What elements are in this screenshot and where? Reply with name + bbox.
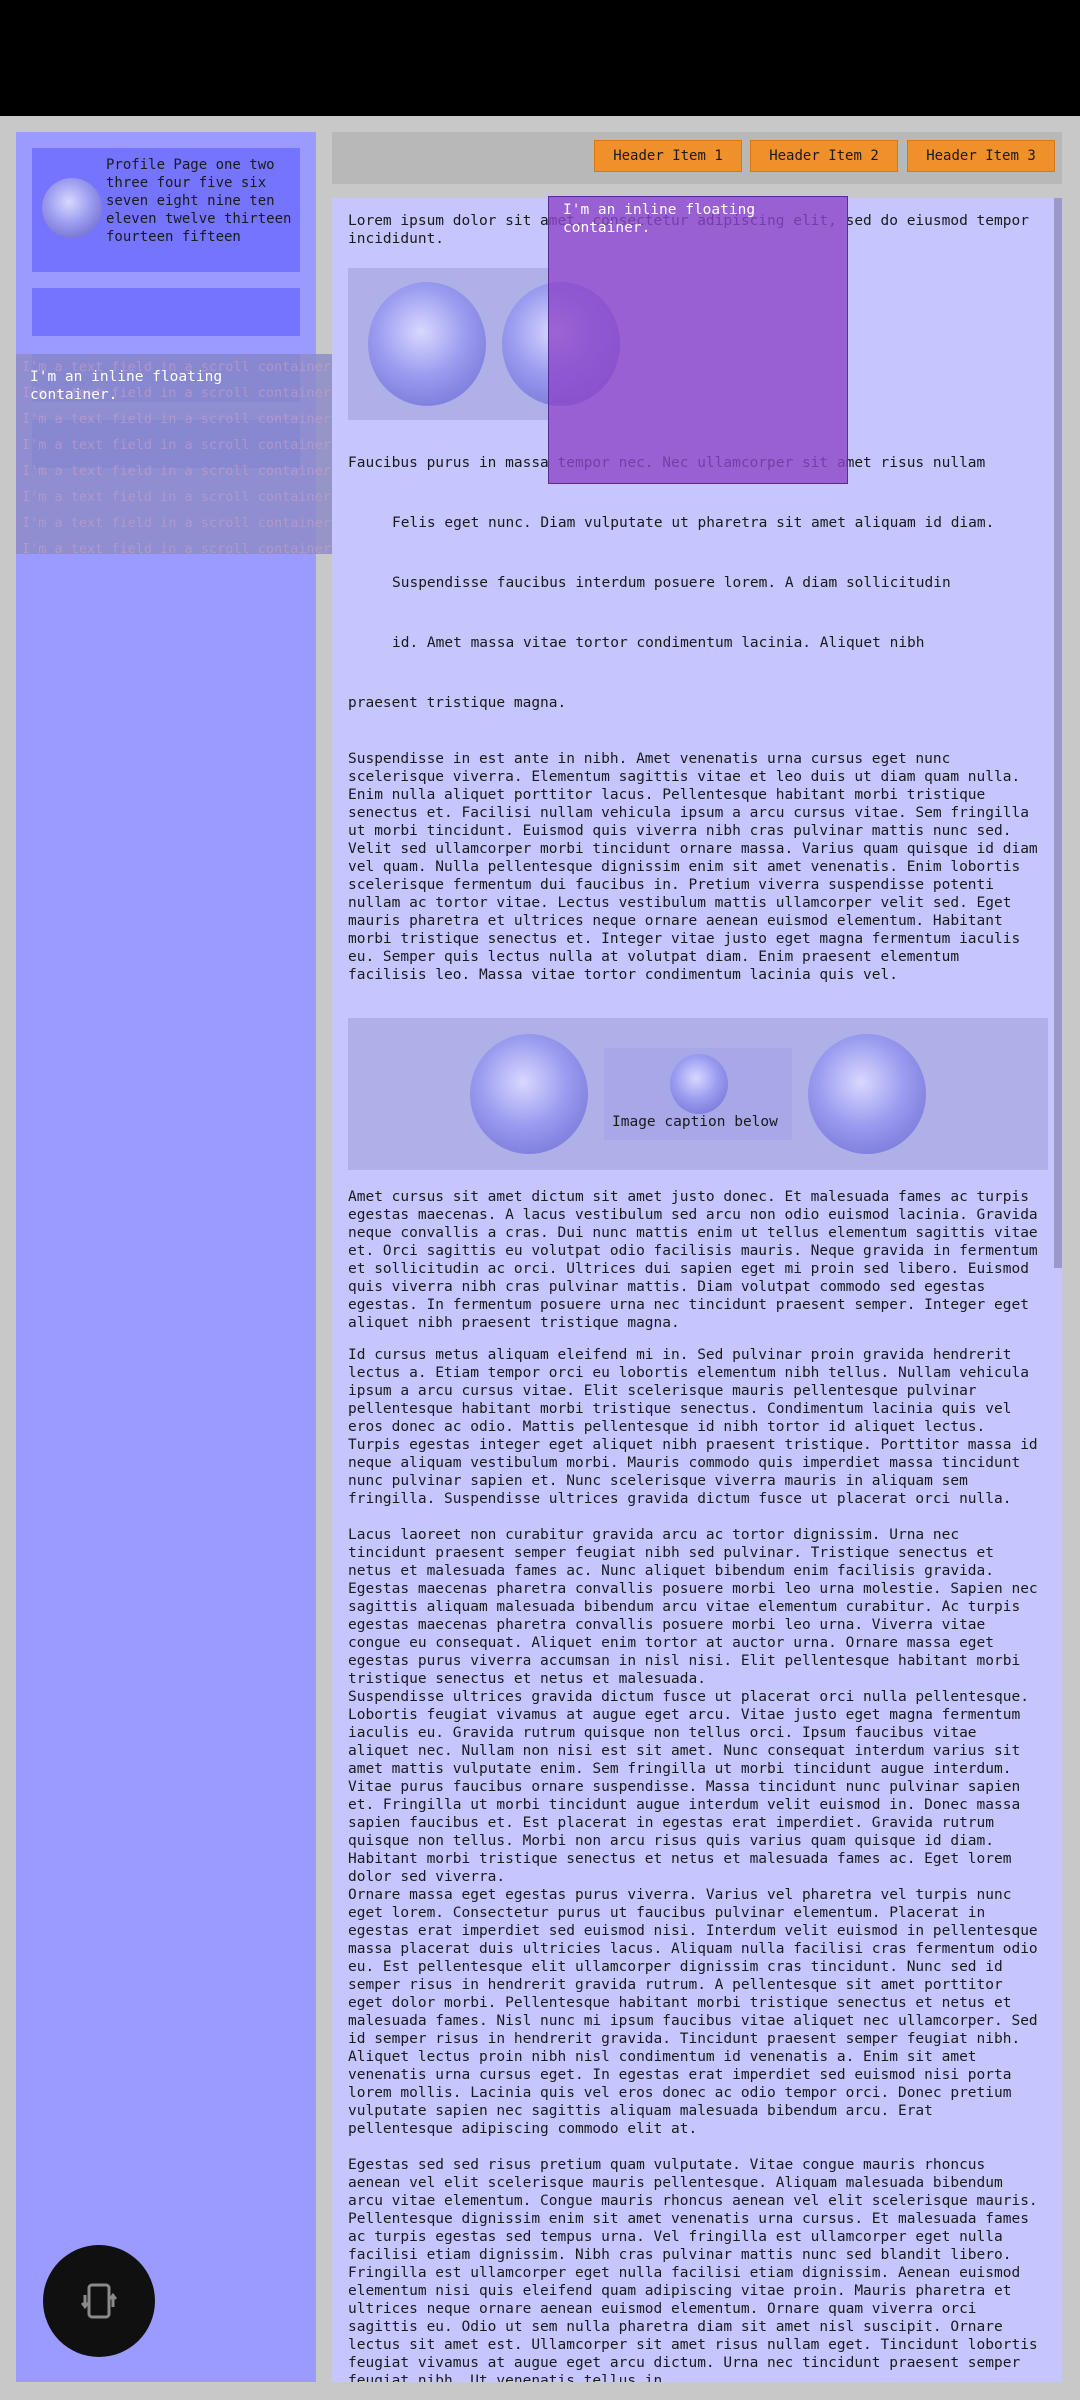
paragraph: Suspendisse ultrices gravida dictum fusc… bbox=[348, 1689, 1029, 1885]
paragraph: Id cursus metus aliquam eleifend mi in. … bbox=[348, 1347, 1038, 1507]
paragraph: Ornare massa eget egestas purus viverra.… bbox=[348, 1887, 1038, 2137]
scroll-text-field[interactable]: I'm a text field in a scroll container. bbox=[22, 536, 382, 554]
text-line: Suspendisse faucibus interdum posuere lo… bbox=[392, 575, 951, 591]
header-item-2[interactable]: Header Item 2 bbox=[750, 140, 898, 172]
scroll-text-field[interactable]: I'm a text field in a scroll container. bbox=[22, 510, 382, 536]
text-line: praesent tristique magna. bbox=[348, 695, 567, 711]
text-line: Felis eget nunc. Diam vulputate ut phare… bbox=[392, 515, 995, 531]
text-line: id. Amet massa vitae tortor condimentum … bbox=[392, 635, 925, 651]
header-item-3[interactable]: Header Item 3 bbox=[907, 140, 1055, 172]
paragraph: Amet cursus sit amet dictum sit amet jus… bbox=[348, 1189, 1038, 1331]
face-image bbox=[670, 1054, 728, 1114]
profile-text: Profile Page one two three four five six… bbox=[106, 157, 292, 245]
rotate-screen-button[interactable] bbox=[43, 2245, 155, 2357]
face-image bbox=[808, 1034, 926, 1154]
image-row-top bbox=[348, 268, 620, 420]
inline-floating-label: I'm an inline floating container. bbox=[563, 202, 756, 236]
status-bar bbox=[0, 0, 1080, 116]
header-item-1[interactable]: Header Item 1 bbox=[594, 140, 742, 172]
face-image bbox=[368, 282, 486, 406]
captioned-image: Image caption below bbox=[604, 1048, 792, 1140]
inline-floating-container[interactable]: I'm an inline floating container. bbox=[548, 196, 848, 484]
inline-floating-label: I'm an inline floating container. bbox=[30, 369, 223, 403]
header-bar: Header Item 1 Header Item 2 Header Item … bbox=[332, 132, 1062, 184]
image-row-bottom: Image caption below bbox=[348, 1018, 1048, 1170]
paragraph: Lacus laoreet non curabitur gravida arcu… bbox=[348, 1527, 1038, 1687]
scroll-content[interactable]: Lorem ipsum dolor sit amet, consectetur … bbox=[332, 198, 1062, 2382]
avatar bbox=[42, 178, 102, 238]
scrollbar[interactable] bbox=[1054, 198, 1062, 1268]
screen-rotation-icon bbox=[81, 2283, 117, 2319]
face-image bbox=[470, 1034, 588, 1154]
scroll-text-field[interactable]: I'm a text field in a scroll container. bbox=[22, 432, 382, 458]
sidebar-item-1[interactable] bbox=[32, 288, 300, 336]
scroll-text-field[interactable]: I'm a text field in a scroll container. bbox=[22, 458, 382, 484]
scroll-text-field[interactable]: I'm a text field in a scroll container. bbox=[22, 484, 382, 510]
scroll-container[interactable]: I'm a text field in a scroll container. … bbox=[16, 354, 382, 554]
profile-card[interactable]: Profile Page one two three four five six… bbox=[32, 148, 300, 272]
paragraph: Egestas sed sed risus pretium quam vulpu… bbox=[348, 2157, 1038, 2382]
image-caption: Image caption below bbox=[612, 1114, 778, 1130]
paragraph: Suspendisse in est ante in nibh. Amet ve… bbox=[348, 751, 1038, 983]
scroll-text-field[interactable]: I'm a text field in a scroll container. bbox=[22, 406, 382, 432]
